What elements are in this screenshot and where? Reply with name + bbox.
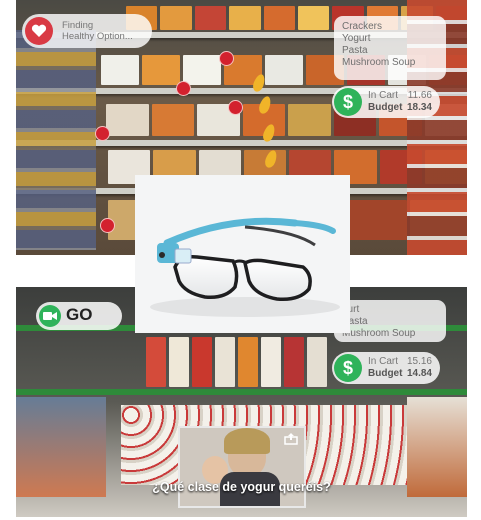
shopping-list: Crackers Yogurt Pasta Mushroom Soup (334, 16, 446, 80)
finding-line1: Finding (62, 20, 94, 31)
dollar-icon: $ (334, 354, 362, 382)
google-glass-photo (135, 175, 350, 333)
budget-value: 14.84 (406, 368, 432, 379)
in-cart-label: In Cart (368, 90, 399, 101)
list-item: Pasta (342, 316, 368, 327)
video-camera-icon (39, 305, 61, 327)
location-pin[interactable] (176, 81, 191, 96)
dollar-icon: $ (334, 88, 362, 116)
finding-healthy-option-notification[interactable]: Finding Healthy Option... (22, 14, 152, 48)
record-label: GO (66, 305, 93, 324)
recording-indicator[interactable]: GO (36, 302, 122, 330)
video-call-window[interactable] (178, 426, 306, 508)
location-pin[interactable] (95, 126, 110, 141)
subtitle-caption: ¿Qué clase de yogur queréis? (152, 480, 331, 494)
heart-icon (25, 17, 53, 45)
budget-widget: $ In Cart 15.16 Budget 14.84 (332, 352, 440, 384)
location-pin[interactable] (100, 218, 115, 233)
list-item: Crackers (342, 21, 383, 32)
share-icon[interactable] (284, 432, 298, 445)
budget-label: Budget (368, 102, 403, 113)
list-item: Pasta (342, 45, 368, 56)
shopping-list: gurt Pasta Mushroom Soup (334, 300, 446, 342)
finding-line2: Healthy Option... (62, 31, 133, 42)
list-item: Yogurt (342, 33, 371, 44)
budget-widget: $ In Cart 11.66 Budget 18.34 (332, 86, 440, 118)
budget-value: 18.34 (406, 102, 432, 113)
in-cart-label: In Cart (368, 356, 399, 367)
budget-label: Budget (368, 368, 403, 379)
list-item: Mushroom Soup (342, 328, 416, 339)
location-pin[interactable] (219, 51, 234, 66)
in-cart-value: 15.16 (406, 356, 432, 367)
in-cart-value: 11.66 (407, 90, 432, 101)
location-pin[interactable] (228, 100, 243, 115)
list-item: gurt (342, 304, 360, 315)
list-item: Mushroom Soup (342, 57, 416, 68)
